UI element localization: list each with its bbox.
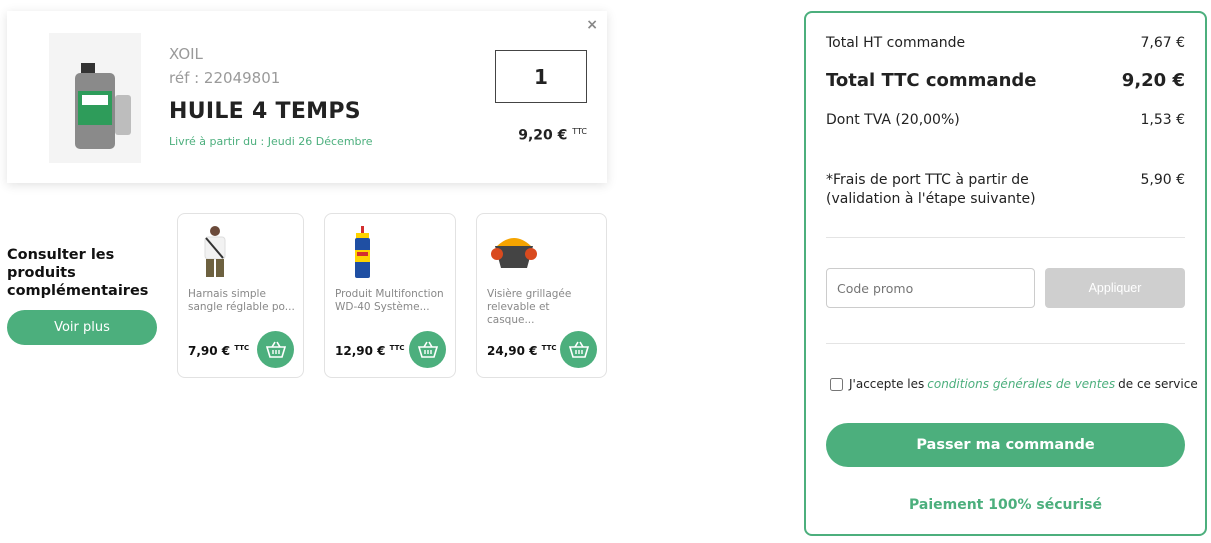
- cart-product-card: × XOIL réf : 22049801 HUILE 4 TEMPS Livr…: [7, 11, 607, 183]
- product-price-value: 9,20 €: [518, 127, 568, 144]
- product-price: 9,20 € TTC: [487, 127, 587, 144]
- quantity-input[interactable]: 1: [495, 50, 587, 103]
- product-price-suffix: TTC: [572, 127, 587, 136]
- price-value: 7,90 €: [188, 344, 231, 358]
- price-value: 12,90 €: [335, 344, 386, 358]
- secure-payment-label: Paiement 100% sécurisé: [909, 497, 1102, 513]
- terms-suffix: de ce service: [1118, 377, 1198, 391]
- total-ht-label: Total HT commande: [826, 35, 966, 51]
- complementary-product-price: 24,90 € TTC: [487, 344, 557, 358]
- complementary-product-name[interactable]: Visière grillagée relevable et casque...: [487, 288, 597, 327]
- promo-code-input[interactable]: [826, 268, 1035, 308]
- price-suffix: TTC: [234, 344, 250, 352]
- complementary-product-price: 12,90 € TTC: [335, 344, 405, 358]
- basket-icon: [417, 341, 438, 358]
- complementary-product-price: 7,90 € TTC: [188, 344, 249, 358]
- order-summary-panel: Total HT commande 7,67 € Total TTC comma…: [804, 11, 1207, 536]
- price-suffix: TTC: [389, 344, 405, 352]
- price-suffix: TTC: [541, 344, 557, 352]
- harness-icon: [204, 226, 226, 277]
- terms-prefix: J'accepte les: [849, 377, 925, 391]
- shipping-row: *Frais de port TTC à partir de (validati…: [826, 171, 1185, 209]
- complementary-product-card[interactable]: Harnais simple sangle réglable po... 7,9…: [177, 213, 304, 378]
- spray-can-icon: [355, 226, 370, 278]
- oil-bottle-image: [49, 33, 141, 163]
- complementary-title: Consulter les produits complémentaires: [7, 247, 149, 299]
- divider: [826, 237, 1185, 238]
- terms-checkbox[interactable]: [830, 377, 843, 391]
- product-reference: réf : 22049801: [169, 69, 281, 87]
- total-ht-value: 7,67 €: [1140, 35, 1185, 51]
- tva-row: Dont TVA (20,00%) 1,53 €: [826, 112, 1185, 128]
- complementary-product-name[interactable]: Produit Multifonction WD-40 Système...: [335, 288, 445, 314]
- shipping-label: *Frais de port TTC à partir de (validati…: [826, 172, 1036, 207]
- price-value: 24,90 €: [487, 344, 538, 358]
- product-title[interactable]: HUILE 4 TEMPS: [169, 99, 361, 124]
- visor-helmet-icon: [491, 238, 537, 268]
- add-to-cart-button[interactable]: [409, 331, 446, 368]
- basket-icon: [265, 341, 286, 358]
- delivery-date: Livré à partir du : Jeudi 26 Décembre: [169, 135, 373, 148]
- basket-icon: [568, 341, 589, 358]
- shipping-value: 5,90 €: [1140, 172, 1185, 188]
- remove-item-button[interactable]: ×: [586, 17, 598, 33]
- complementary-product-name[interactable]: Harnais simple sangle réglable po...: [188, 288, 298, 314]
- terms-link[interactable]: conditions générales de ventes: [927, 377, 1115, 391]
- divider: [826, 343, 1185, 344]
- total-ttc-row: Total TTC commande 9,20 €: [826, 70, 1185, 91]
- place-order-button[interactable]: Passer ma commande: [826, 423, 1185, 467]
- apply-promo-button[interactable]: Appliquer: [1045, 268, 1185, 308]
- see-more-button[interactable]: Voir plus: [7, 310, 157, 345]
- complementary-product-card[interactable]: Visière grillagée relevable et casque...…: [476, 213, 607, 378]
- tva-value: 1,53 €: [1140, 112, 1185, 128]
- total-ttc-label: Total TTC commande: [826, 70, 1037, 91]
- total-ttc-value: 9,20 €: [1121, 70, 1185, 91]
- total-ht-row: Total HT commande 7,67 €: [826, 35, 1185, 51]
- terms-acceptance: J'accepte les conditions générales de ve…: [830, 377, 1198, 391]
- complementary-product-card[interactable]: Produit Multifonction WD-40 Système... 1…: [324, 213, 456, 378]
- product-brand: XOIL: [169, 45, 203, 63]
- add-to-cart-button[interactable]: [560, 331, 597, 368]
- add-to-cart-button[interactable]: [257, 331, 294, 368]
- tva-label: Dont TVA (20,00%): [826, 112, 960, 128]
